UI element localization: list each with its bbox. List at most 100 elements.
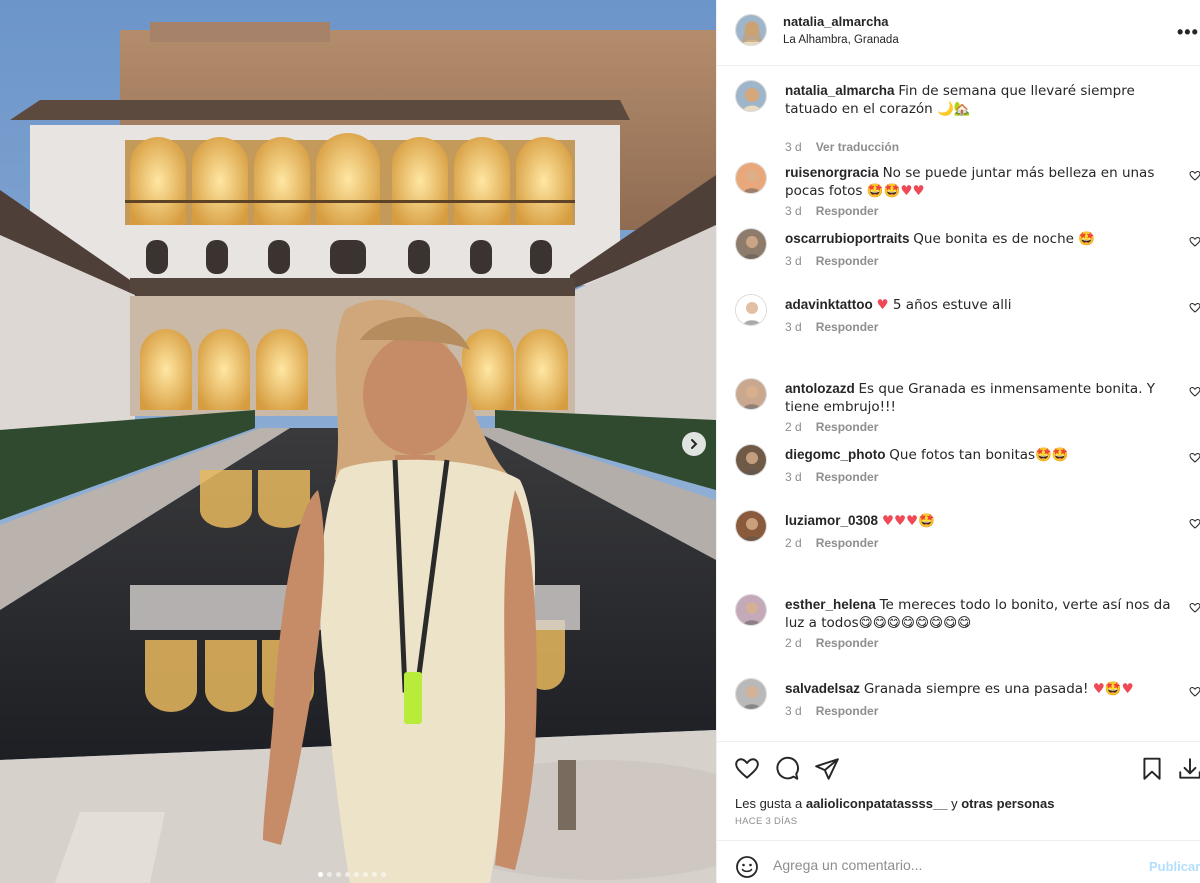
comment-meta: 3 d Responder: [785, 254, 878, 268]
comment-meta: 3 d Responder: [785, 704, 878, 718]
commenter-username[interactable]: ruisenorgracia: [785, 165, 879, 180]
emoji-icon[interactable]: [735, 855, 759, 879]
comment-like-icon[interactable]: [1189, 386, 1200, 398]
comment-body: ♥ 5 años estuve alli: [876, 297, 1012, 313]
likes-others-link[interactable]: otras personas: [961, 796, 1054, 811]
comment-text: adavinktattoo ♥ 5 años estuve alli: [785, 296, 1185, 314]
carousel-indicator: [318, 872, 386, 877]
comment-like-icon[interactable]: [1189, 170, 1200, 182]
comment-time[interactable]: 3 d: [785, 254, 802, 268]
download-icon[interactable]: [1177, 756, 1200, 782]
commenter-username[interactable]: salvadelsaz: [785, 681, 860, 696]
reply-button[interactable]: Responder: [816, 636, 879, 650]
commenter-username[interactable]: luziamor_0308: [785, 513, 878, 528]
carousel-dot: [372, 872, 377, 877]
comment-time[interactable]: 2 d: [785, 636, 802, 650]
caption-meta: 3 d Ver traducción: [785, 140, 899, 154]
reply-button[interactable]: Responder: [816, 320, 879, 334]
commenter-avatar[interactable]: [735, 294, 767, 326]
comment-meta: 2 d Responder: [785, 536, 878, 550]
comment-like-icon[interactable]: [1189, 686, 1200, 698]
post-time-ago[interactable]: HACE 3 DÍAS: [735, 816, 797, 827]
reply-button[interactable]: Responder: [816, 470, 879, 484]
post-header: natalia_almarcha La Alhambra, Granada ••…: [717, 0, 1200, 66]
comment-meta: 3 d Responder: [785, 470, 878, 484]
reply-button[interactable]: Responder: [816, 704, 879, 718]
carousel-dot: [318, 872, 323, 877]
reply-button[interactable]: Responder: [816, 254, 879, 268]
post-location[interactable]: La Alhambra, Granada: [783, 34, 899, 46]
comment-like-icon[interactable]: [1189, 602, 1200, 614]
comment-text: salvadelsaz Granada siempre es una pasad…: [785, 680, 1185, 698]
carousel-dot: [327, 872, 332, 877]
caption-username[interactable]: natalia_almarcha: [785, 83, 895, 98]
commenter-avatar[interactable]: [735, 228, 767, 260]
likes-user-link[interactable]: aalioliconpatatassss__: [806, 796, 948, 811]
post-actions: [717, 741, 1200, 793]
comment-meta: 2 d Responder: [785, 420, 878, 434]
comment-time[interactable]: 3 d: [785, 704, 802, 718]
comment-icon[interactable]: [774, 756, 800, 782]
carousel-dot: [336, 872, 341, 877]
comment-like-icon[interactable]: [1189, 236, 1200, 248]
comment-time[interactable]: 2 d: [785, 420, 802, 434]
comment-body: Que bonita es de noche 🤩: [913, 231, 1096, 247]
comment-text: luziamor_0308 ♥♥♥🤩: [785, 512, 1185, 530]
comment-body: Que fotos tan bonitas🤩🤩: [889, 447, 1069, 463]
see-translation-link[interactable]: Ver traducción: [816, 140, 899, 154]
comment-text: diegomc_photo Que fotos tan bonitas🤩🤩: [785, 446, 1185, 464]
likes-prefix: Les gusta a: [735, 796, 803, 811]
more-options-icon[interactable]: •••: [1177, 22, 1199, 43]
comment-text: oscarrubioportraits Que bonita es de noc…: [785, 230, 1185, 248]
commenter-username[interactable]: diegomc_photo: [785, 447, 886, 462]
comment-time[interactable]: 3 d: [785, 204, 802, 218]
carousel-dot: [354, 872, 359, 877]
alhambra-courtyard-image: [0, 0, 716, 883]
comments-list[interactable]: natalia_almarcha Fin de semana que lleva…: [717, 66, 1200, 741]
commenter-avatar[interactable]: [735, 594, 767, 626]
reply-button[interactable]: Responder: [816, 420, 879, 434]
share-icon[interactable]: [814, 756, 840, 782]
author-username[interactable]: natalia_almarcha: [783, 14, 889, 29]
author-avatar[interactable]: [735, 80, 767, 112]
comment-meta: 3 d Responder: [785, 204, 878, 218]
comment-text: antolozazd Es que Granada es inmensament…: [785, 380, 1185, 416]
commenter-username[interactable]: esther_helena: [785, 597, 876, 612]
carousel-dot: [381, 872, 386, 877]
comment-meta: 2 d Responder: [785, 636, 878, 650]
add-comment-bar: Publicar: [717, 840, 1200, 883]
comment-like-icon[interactable]: [1189, 518, 1200, 530]
comment-time[interactable]: 2 d: [785, 536, 802, 550]
comment-text: esther_helena Te mereces todo lo bonito,…: [785, 596, 1185, 632]
carousel-dot: [345, 872, 350, 877]
comment-time[interactable]: 3 d: [785, 320, 802, 334]
comment-time[interactable]: 3 d: [785, 470, 802, 484]
reply-button[interactable]: Responder: [816, 204, 879, 218]
comment-like-icon[interactable]: [1189, 302, 1200, 314]
commenter-username[interactable]: antolozazd: [785, 381, 855, 396]
save-bookmark-icon[interactable]: [1139, 756, 1165, 782]
like-heart-icon[interactable]: [734, 756, 760, 782]
post-photo[interactable]: [0, 0, 716, 883]
commenter-avatar[interactable]: [735, 444, 767, 476]
commenter-avatar[interactable]: [735, 510, 767, 542]
next-photo-button[interactable]: [682, 432, 706, 456]
carousel-dot: [363, 872, 368, 877]
chevron-right-icon: [691, 439, 698, 449]
commenter-username[interactable]: adavinktattoo: [785, 297, 873, 312]
publish-button[interactable]: Publicar: [1149, 859, 1200, 874]
caption-time[interactable]: 3 d: [785, 140, 802, 154]
comment-input[interactable]: [773, 853, 1133, 877]
comment-like-icon[interactable]: [1189, 452, 1200, 464]
author-avatar[interactable]: [735, 14, 767, 46]
post-details-panel: natalia_almarcha La Alhambra, Granada ••…: [716, 0, 1200, 883]
likes-summary: Les gusta a aalioliconpatatassss__ y otr…: [735, 796, 1054, 811]
reply-button[interactable]: Responder: [816, 536, 879, 550]
commenter-avatar[interactable]: [735, 378, 767, 410]
comment-body: Granada siempre es una pasada! ♥🤩♥: [863, 681, 1134, 697]
commenter-avatar[interactable]: [735, 678, 767, 710]
commenter-avatar[interactable]: [735, 162, 767, 194]
comment-body: ♥♥♥🤩: [881, 513, 935, 529]
commenter-username[interactable]: oscarrubioportraits: [785, 231, 910, 246]
comment-text: ruisenorgracia No se puede juntar más be…: [785, 164, 1185, 200]
